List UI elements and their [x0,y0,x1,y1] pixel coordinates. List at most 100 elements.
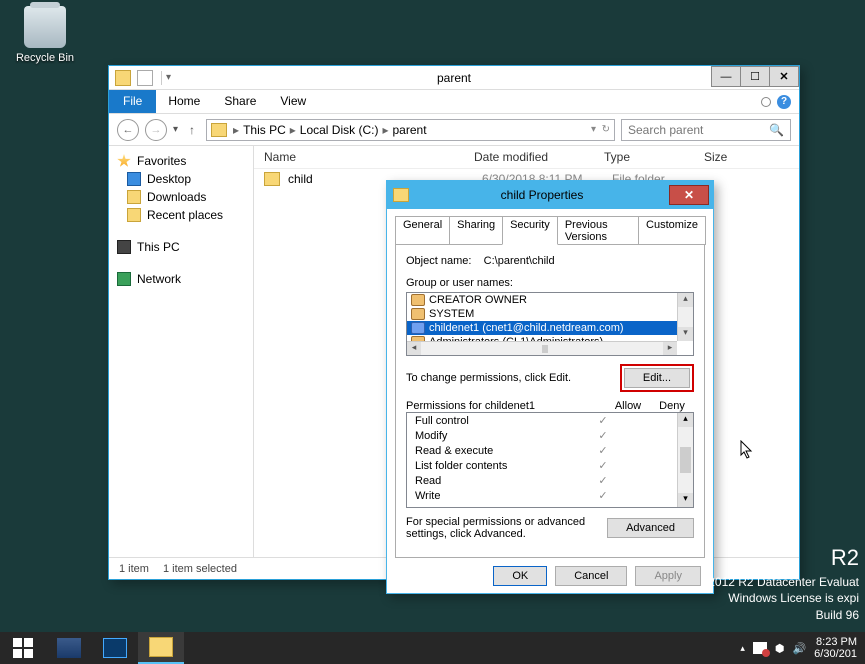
explorer-icon [149,637,173,657]
group-item[interactable]: SYSTEM [407,307,677,321]
file-tab[interactable]: File [109,90,156,113]
desktop-icon [127,172,141,186]
taskbar-powershell[interactable] [92,632,138,664]
back-button[interactable]: ← [117,119,139,141]
close-button[interactable]: ✕ [769,66,799,87]
help-area: ? [761,90,791,113]
cancel-button[interactable]: Cancel [555,566,627,586]
windows-logo-icon [13,638,33,658]
breadcrumb-folder[interactable]: parent [393,123,427,137]
tab-sharing[interactable]: Sharing [449,216,503,245]
navbar: ← → ▾ ↑ ▸ This PC ▸ Local Disk (C:) ▸ pa… [109,114,799,146]
history-dropdown-icon[interactable]: ▾ [173,124,178,135]
edit-button[interactable]: Edit... [624,368,690,388]
network-icon[interactable]: ⬢ [775,642,785,655]
deny-header: Deny [650,400,694,412]
tray-chevron-icon[interactable]: ▴ [740,643,745,654]
dialog-title: child Properties [415,188,669,202]
col-type[interactable]: Type [604,150,704,164]
group-item[interactable]: CREATOR OWNER [407,293,677,307]
sidebar-network[interactable]: Network [109,270,253,288]
perm-label: Permissions for childenet1 [406,400,606,412]
expand-ribbon-icon[interactable] [761,97,771,107]
vertical-scrollbar[interactable]: ▴▾ [677,293,693,341]
server-manager-icon [57,638,81,658]
column-headers[interactable]: Name Date modified Type Size [254,146,799,169]
breadcrumb-pc[interactable]: This PC [243,123,286,137]
search-placeholder: Search parent [628,123,703,137]
col-size[interactable]: Size [704,150,789,164]
view-tab[interactable]: View [268,90,318,113]
folder-icon [393,188,409,202]
tab-strip: General Sharing Security Previous Versio… [387,209,713,244]
search-input[interactable]: Search parent 🔍 [621,119,791,141]
properties-dialog: child Properties ✕ General Sharing Secur… [386,180,714,594]
group-icon [411,294,425,306]
folder-icon [264,172,280,186]
highlight-box: Edit... [620,364,694,392]
status-selected: 1 item selected [163,563,237,575]
allow-header: Allow [606,400,650,412]
folder-icon [127,208,141,222]
clock[interactable]: 8:23 PM 6/30/201 [814,636,857,660]
star-icon [117,154,131,168]
taskbar-server-manager[interactable] [46,632,92,664]
perm-row: Write✓ [407,488,677,503]
tab-page: Object name: C:\parent\child Group or us… [395,244,705,558]
minimize-button[interactable]: — [711,66,741,87]
advanced-button[interactable]: Advanced [607,518,694,538]
close-button[interactable]: ✕ [669,185,709,205]
folder-icon [127,190,141,204]
recycle-bin[interactable]: Recycle Bin [10,6,80,64]
window-title: parent [109,71,799,85]
object-path: C:\parent\child [484,255,555,267]
start-button[interactable] [0,632,46,664]
up-button[interactable]: ↑ [184,122,200,138]
folder-icon [211,123,227,137]
sidebar-recent[interactable]: Recent places [109,206,253,224]
network-icon [117,272,131,286]
vertical-scrollbar[interactable]: ▴▾ [677,413,693,507]
forward-button[interactable]: → [145,119,167,141]
perm-row: Full control✓ [407,413,677,428]
dialog-buttons: OK Cancel Apply [387,566,713,596]
titlebar[interactable]: ▾ parent — ☐ ✕ [109,66,799,90]
col-date[interactable]: Date modified [474,150,604,164]
ok-button[interactable]: OK [493,566,547,586]
apply-button[interactable]: Apply [635,566,701,586]
share-tab[interactable]: Share [212,90,268,113]
sidebar: Favorites Desktop Downloads Recent place… [109,146,254,557]
breadcrumb[interactable]: ▸ This PC ▸ Local Disk (C:) ▸ parent ▾ ↻ [206,119,615,141]
group-list[interactable]: CREATOR OWNER SYSTEM childenet1 (cnet1@c… [406,292,694,356]
breadcrumb-disk[interactable]: Local Disk (C:) [300,123,379,137]
system-tray[interactable]: ▴ ⬢ 🔊 8:23 PM 6/30/201 [732,632,865,664]
sidebar-favorites[interactable]: Favorites [109,152,253,170]
help-icon[interactable]: ? [777,95,791,109]
tab-versions[interactable]: Previous Versions [557,216,639,245]
volume-icon[interactable]: 🔊 [792,642,806,655]
sidebar-downloads[interactable]: Downloads [109,188,253,206]
permissions-list[interactable]: Full control✓ Modify✓ Read & execute✓ Li… [406,412,694,508]
powershell-icon [103,638,127,658]
perm-row: Modify✓ [407,428,677,443]
tab-security[interactable]: Security [502,216,558,245]
taskbar-explorer[interactable] [138,632,184,664]
action-center-icon[interactable] [753,642,767,654]
user-icon [411,322,425,334]
home-tab[interactable]: Home [156,90,212,113]
advanced-label: For special permissions or advanced sett… [406,516,607,540]
col-name[interactable]: Name [264,150,474,164]
maximize-button[interactable]: ☐ [740,66,770,87]
group-item-selected[interactable]: childenet1 (cnet1@child.netdream.com) [407,321,677,335]
perm-row: Read✓ [407,473,677,488]
horizontal-scrollbar[interactable]: ◂▸ [407,341,677,355]
ribbon: File Home Share View ? [109,90,799,114]
recycle-bin-icon [24,6,66,48]
sidebar-desktop[interactable]: Desktop [109,170,253,188]
sidebar-thispc[interactable]: This PC [109,238,253,256]
dialog-titlebar[interactable]: child Properties ✕ [387,181,713,209]
perm-row: List folder contents✓ [407,458,677,473]
tab-customize[interactable]: Customize [638,216,706,245]
tab-general[interactable]: General [395,216,450,245]
perm-row: Read & execute✓ [407,443,677,458]
